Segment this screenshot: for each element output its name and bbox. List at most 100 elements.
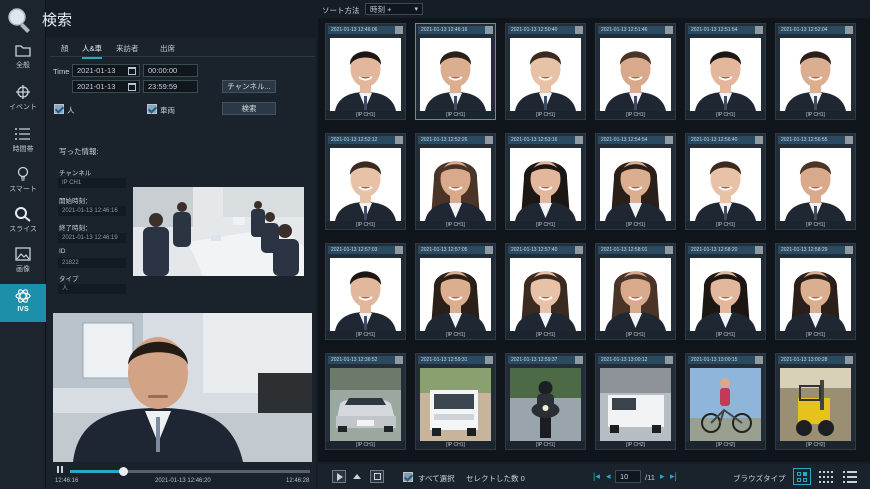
- end-date-field[interactable]: 2021-01-13: [72, 80, 140, 93]
- result-checkbox[interactable]: [575, 356, 583, 364]
- result-card[interactable]: 2021-01-13 13:00:28 [IP CH2]: [775, 353, 856, 450]
- result-checkbox[interactable]: [665, 136, 673, 144]
- face-snapshot[interactable]: [690, 38, 761, 111]
- result-checkbox[interactable]: [575, 26, 583, 34]
- result-checkbox[interactable]: [665, 26, 673, 34]
- face-snapshot[interactable]: [780, 148, 851, 221]
- prev-page-icon[interactable]: ◂: [606, 471, 611, 482]
- last-page-icon[interactable]: ▸|: [670, 471, 677, 482]
- result-checkbox[interactable]: [395, 26, 403, 34]
- result-checkbox[interactable]: [485, 26, 493, 34]
- result-checkbox[interactable]: [665, 246, 673, 254]
- result-checkbox[interactable]: [395, 356, 403, 364]
- channel-button[interactable]: チャンネル...: [222, 80, 276, 93]
- vehicle-snapshot[interactable]: [690, 368, 761, 441]
- result-card[interactable]: 2021-01-13 13:00:12 [IP CH2]: [595, 353, 676, 450]
- nav-item-ivs[interactable]: IVS: [0, 284, 46, 322]
- face-snapshot[interactable]: [780, 258, 851, 331]
- result-card[interactable]: 2021-01-13 12:52:12 [IP CH1]: [325, 133, 406, 230]
- result-card[interactable]: 2021-01-13 12:51:46 [IP CH1]: [595, 23, 676, 120]
- result-checkbox[interactable]: [845, 136, 853, 144]
- vehicle-checkbox[interactable]: [147, 104, 157, 114]
- face-snapshot[interactable]: [600, 258, 671, 331]
- page-number-input[interactable]: 10: [615, 470, 641, 483]
- result-checkbox[interactable]: [485, 246, 493, 254]
- result-card[interactable]: 2021-01-13 12:58:29 [IP CH1]: [775, 243, 856, 340]
- face-snapshot[interactable]: [420, 148, 491, 221]
- face-snapshot[interactable]: [780, 38, 851, 111]
- face-snapshot[interactable]: [330, 38, 401, 111]
- search-button[interactable]: 検索: [222, 102, 276, 115]
- face-snapshot[interactable]: [510, 38, 581, 111]
- tab-attendance[interactable]: 出席: [160, 43, 175, 57]
- face-snapshot[interactable]: [690, 258, 761, 331]
- result-card[interactable]: 2021-01-13 12:46:06 [IP CH1]: [325, 23, 406, 120]
- result-checkbox[interactable]: [485, 356, 493, 364]
- result-card[interactable]: 2021-01-13 12:57:05 [IP CH1]: [415, 243, 496, 340]
- caret-up-icon[interactable]: [353, 474, 361, 479]
- result-card[interactable]: 2021-01-13 12:59:31 [IP CH1]: [415, 353, 496, 450]
- face-snapshot[interactable]: [600, 148, 671, 221]
- result-card[interactable]: 2021-01-13 12:54:54 [IP CH1]: [595, 133, 676, 230]
- result-checkbox[interactable]: [845, 26, 853, 34]
- playback-video[interactable]: [53, 313, 312, 462]
- end-time-field[interactable]: 23:59:59: [143, 80, 198, 93]
- result-checkbox[interactable]: [755, 246, 763, 254]
- nav-item-slice[interactable]: スライス: [0, 206, 46, 246]
- result-checkbox[interactable]: [575, 136, 583, 144]
- result-checkbox[interactable]: [845, 246, 853, 254]
- nav-item-image[interactable]: 画像: [0, 246, 46, 286]
- result-card[interactable]: 2021-01-13 12:58:01 [IP CH1]: [595, 243, 676, 340]
- save-button[interactable]: [370, 470, 384, 483]
- vehicle-snapshot[interactable]: [510, 368, 581, 441]
- result-card[interactable]: 2021-01-13 12:59:37 [IP CH1]: [505, 353, 586, 450]
- result-card[interactable]: 2021-01-13 12:56:40 [IP CH1]: [685, 133, 766, 230]
- playback-seekbar[interactable]: [70, 467, 310, 476]
- tab-face[interactable]: 顔: [61, 43, 69, 57]
- snapshot-thumbnail[interactable]: [133, 187, 304, 276]
- calendar-icon[interactable]: [128, 67, 136, 75]
- select-all-checkbox[interactable]: [403, 472, 413, 482]
- face-snapshot[interactable]: [510, 148, 581, 221]
- face-snapshot[interactable]: [510, 258, 581, 331]
- calendar-icon[interactable]: [128, 83, 136, 91]
- tab-visitor[interactable]: 来訪者: [116, 43, 139, 57]
- result-card[interactable]: 2021-01-13 13:00:15 [IP CH2]: [685, 353, 766, 450]
- sort-select[interactable]: 時刻 + ▾: [365, 3, 423, 15]
- first-page-icon[interactable]: |◂: [593, 471, 600, 482]
- result-checkbox[interactable]: [395, 246, 403, 254]
- result-checkbox[interactable]: [755, 356, 763, 364]
- result-card[interactable]: 2021-01-13 12:52:26 [IP CH1]: [415, 133, 496, 230]
- person-checkbox[interactable]: [54, 104, 64, 114]
- nav-item-timeslot[interactable]: 時間帯: [0, 126, 46, 166]
- result-card[interactable]: 2021-01-13 12:56:55 [IP CH1]: [775, 133, 856, 230]
- nav-item-smart[interactable]: スマート: [0, 166, 46, 206]
- vehicle-snapshot[interactable]: [420, 368, 491, 441]
- result-checkbox[interactable]: [755, 136, 763, 144]
- result-card[interactable]: 2021-01-13 12:57:03 [IP CH1]: [325, 243, 406, 340]
- nav-item-general[interactable]: 全般: [0, 42, 46, 82]
- list-view-button[interactable]: [842, 469, 858, 484]
- face-snapshot[interactable]: [600, 38, 671, 111]
- face-snapshot[interactable]: [420, 258, 491, 331]
- result-checkbox[interactable]: [575, 246, 583, 254]
- face-snapshot[interactable]: [330, 148, 401, 221]
- result-card[interactable]: 2021-01-13 12:57:40 [IP CH1]: [505, 243, 586, 340]
- face-snapshot[interactable]: [330, 258, 401, 331]
- face-snapshot[interactable]: [420, 38, 491, 111]
- result-card[interactable]: 2021-01-13 12:51:54 [IP CH1]: [685, 23, 766, 120]
- vehicle-snapshot[interactable]: [330, 368, 401, 441]
- grid-view-button[interactable]: [793, 468, 811, 485]
- result-checkbox[interactable]: [755, 26, 763, 34]
- vehicle-snapshot[interactable]: [600, 368, 671, 441]
- result-card[interactable]: 2021-01-13 12:50:40 [IP CH1]: [505, 23, 586, 120]
- result-card[interactable]: 2021-01-13 12:36:52 [IP CH1]: [325, 353, 406, 450]
- result-card[interactable]: 2021-01-13 12:58:20 [IP CH1]: [685, 243, 766, 340]
- face-snapshot[interactable]: [690, 148, 761, 221]
- vehicle-snapshot[interactable]: [780, 368, 851, 441]
- start-time-field[interactable]: 00:00:00: [143, 64, 198, 77]
- result-checkbox[interactable]: [485, 136, 493, 144]
- play-selected-button[interactable]: [332, 470, 346, 483]
- nav-item-event[interactable]: イベント: [0, 84, 46, 124]
- start-date-field[interactable]: 2021-01-13: [72, 64, 140, 77]
